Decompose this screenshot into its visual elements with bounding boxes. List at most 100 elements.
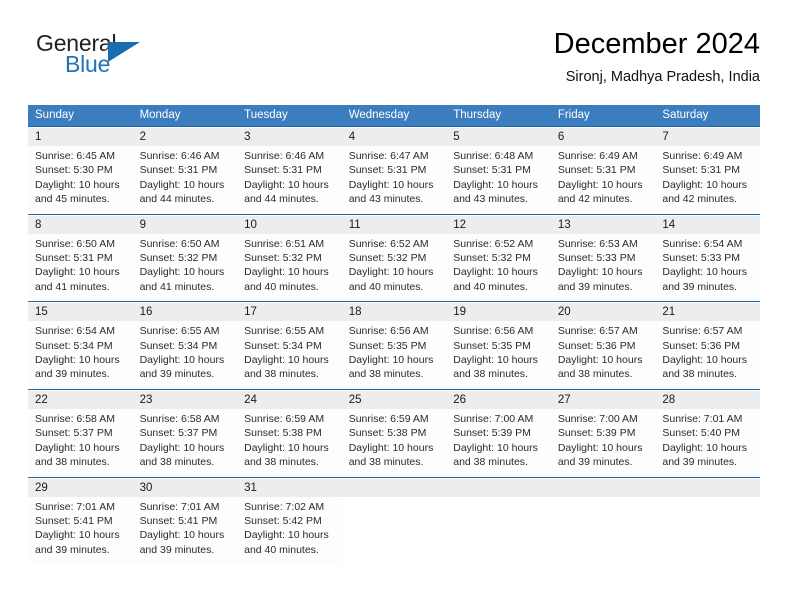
day-number[interactable]: 18 — [341, 303, 447, 322]
day-cell[interactable]: Sunrise: 6:49 AM Sunset: 5:31 PM Daylight:… — [550, 146, 656, 215]
daylight-text: Daylight: 10 hours and 45 minutes. — [35, 178, 120, 206]
sunset-text: Sunset: 5:32 PM — [139, 252, 218, 265]
sunrise-text: Sunrise: 6:57 AM — [557, 325, 638, 338]
sunset-text: Sunset: 5:32 PM — [453, 252, 531, 265]
sunrise-text: Sunrise: 6:56 AM — [348, 325, 429, 338]
daylight-text: Daylight: 10 hours and 39 minutes. — [139, 354, 225, 381]
day-number[interactable]: 24 — [237, 390, 342, 409]
day-number[interactable]: 23 — [132, 390, 238, 409]
day-number[interactable]: 25 — [341, 390, 447, 409]
day-number[interactable]: 28 — [655, 390, 760, 409]
sunrise-text: Sunrise: 6:53 AM — [557, 237, 638, 250]
day-number[interactable]: 22 — [28, 390, 133, 409]
sunset-text: Sunset: 5:31 PM — [244, 164, 322, 177]
day-number[interactable]: 15 — [28, 303, 133, 322]
page-header: General Blue December 2024 Sironj, Madhy… — [28, 26, 760, 98]
day-cell[interactable]: Sunrise: 6:55 AM Sunset: 5:34 PM Daylight:… — [132, 321, 238, 390]
day-number[interactable]: 10 — [237, 215, 342, 234]
day-number[interactable]: 21 — [655, 303, 760, 322]
day-cell[interactable]: Sunrise: 6:54 AM Sunset: 5:34 PM Daylight:… — [28, 321, 133, 390]
sunrise-text: Sunrise: 7:00 AM — [557, 412, 638, 425]
day-number[interactable]: 3 — [237, 128, 342, 146]
day-cell[interactable]: Sunrise: 6:58 AM Sunset: 5:37 PM Daylight:… — [28, 408, 133, 477]
day-detail-row: Sunrise: 7:01 AM Sunset: 5:41 PM Daylight:… — [28, 496, 760, 565]
day-cell[interactable]: Sunrise: 6:58 AM Sunset: 5:37 PM Daylight:… — [132, 408, 238, 477]
day-cell[interactable]: Sunrise: 7:01 AM Sunset: 5:41 PM Daylight:… — [28, 496, 133, 565]
day-number[interactable]: 16 — [132, 303, 238, 322]
daylight-text: Daylight: 10 hours and 38 minutes. — [453, 441, 538, 469]
day-cell[interactable]: Sunrise: 6:45 AM Sunset: 5:30 PM Daylight:… — [28, 146, 133, 215]
daylight-text: Daylight: 10 hours and 44 minutes. — [244, 178, 329, 206]
day-number[interactable]: 13 — [550, 215, 656, 234]
day-cell[interactable]: Sunrise: 7:01 AM Sunset: 5:41 PM Daylight:… — [132, 496, 238, 565]
day-number[interactable]: 5 — [446, 128, 551, 146]
day-number[interactable]: 4 — [341, 128, 447, 146]
day-number[interactable]: 6 — [550, 128, 656, 146]
day-cell[interactable]: Sunrise: 6:56 AM Sunset: 5:35 PM Daylight:… — [341, 321, 447, 390]
sunrise-text: Sunrise: 6:45 AM — [35, 150, 115, 162]
day-cell[interactable]: Sunrise: 6:56 AM Sunset: 5:35 PM Daylight:… — [446, 321, 551, 390]
day-number[interactable]: 12 — [446, 215, 551, 234]
day-number-row: 22 23 24 25 26 27 28 — [28, 390, 760, 409]
day-number[interactable]: 14 — [655, 215, 760, 234]
sunset-text: Sunset: 5:38 PM — [348, 427, 427, 440]
sunrise-text: Sunrise: 6:52 AM — [453, 237, 534, 250]
sunset-text: Sunset: 5:34 PM — [35, 339, 113, 352]
day-cell[interactable]: Sunrise: 6:55 AM Sunset: 5:34 PM Daylight:… — [237, 321, 342, 390]
daylight-text: Daylight: 10 hours and 38 minutes. — [557, 354, 643, 381]
day-cell[interactable]: Sunrise: 7:00 AM Sunset: 5:39 PM Daylight:… — [446, 408, 551, 477]
day-cell[interactable]: Sunrise: 6:50 AM Sunset: 5:31 PM Daylight:… — [28, 233, 133, 302]
day-cell[interactable]: Sunrise: 6:52 AM Sunset: 5:32 PM Daylight:… — [341, 233, 447, 302]
sunrise-text: Sunrise: 6:46 AM — [139, 150, 220, 162]
day-number[interactable]: 27 — [550, 390, 656, 409]
day-cell[interactable]: Sunrise: 7:01 AM Sunset: 5:40 PM Daylight:… — [655, 408, 760, 477]
day-number[interactable]: 8 — [28, 215, 133, 234]
sunset-text: Sunset: 5:37 PM — [35, 427, 113, 440]
day-cell[interactable]: Sunrise: 6:51 AM Sunset: 5:32 PM Daylight:… — [237, 233, 342, 302]
daylight-text: Daylight: 10 hours and 42 minutes. — [662, 178, 748, 206]
sunset-text: Sunset: 5:33 PM — [662, 252, 741, 265]
day-cell[interactable]: Sunrise: 6:49 AM Sunset: 5:31 PM Daylight:… — [655, 146, 760, 215]
day-cell[interactable]: Sunrise: 6:47 AM Sunset: 5:31 PM Daylight:… — [341, 146, 447, 215]
sunset-text: Sunset: 5:36 PM — [662, 339, 741, 352]
day-cell-empty — [446, 496, 551, 565]
day-cell[interactable]: Sunrise: 7:02 AM Sunset: 5:42 PM Daylight:… — [237, 496, 342, 565]
day-cell[interactable]: Sunrise: 6:59 AM Sunset: 5:38 PM Daylight:… — [341, 408, 447, 477]
weekday-header-friday: Friday — [550, 105, 656, 127]
day-number[interactable]: 29 — [28, 478, 133, 497]
day-number-empty — [550, 478, 656, 497]
daylight-text: Daylight: 10 hours and 38 minutes. — [139, 441, 225, 469]
day-cell[interactable]: Sunrise: 6:53 AM Sunset: 5:33 PM Daylight:… — [550, 233, 656, 302]
day-cell[interactable]: Sunrise: 6:59 AM Sunset: 5:38 PM Daylight:… — [237, 408, 342, 477]
day-cell[interactable]: Sunrise: 6:46 AM Sunset: 5:31 PM Daylight:… — [237, 146, 342, 215]
day-cell[interactable]: Sunrise: 6:48 AM Sunset: 5:31 PM Daylight:… — [446, 146, 551, 215]
day-number[interactable]: 1 — [28, 128, 133, 146]
daylight-text: Daylight: 10 hours and 41 minutes. — [139, 266, 225, 293]
day-number[interactable]: 11 — [341, 215, 447, 234]
day-cell[interactable]: Sunrise: 6:50 AM Sunset: 5:32 PM Daylight:… — [132, 233, 238, 302]
day-cell[interactable]: Sunrise: 6:46 AM Sunset: 5:31 PM Daylight:… — [132, 146, 238, 215]
day-cell[interactable]: Sunrise: 6:54 AM Sunset: 5:33 PM Daylight:… — [655, 233, 760, 302]
day-cell[interactable]: Sunrise: 7:00 AM Sunset: 5:39 PM Daylight:… — [550, 408, 656, 477]
day-cell[interactable]: Sunrise: 6:57 AM Sunset: 5:36 PM Daylight:… — [655, 321, 760, 390]
daylight-text: Daylight: 10 hours and 38 minutes. — [348, 441, 434, 469]
day-number[interactable]: 7 — [655, 128, 760, 146]
day-number[interactable]: 9 — [132, 215, 238, 234]
day-number[interactable]: 17 — [237, 303, 342, 322]
day-cell[interactable]: Sunrise: 6:57 AM Sunset: 5:36 PM Daylight:… — [550, 321, 656, 390]
day-number[interactable]: 26 — [446, 390, 551, 409]
daylight-text: Daylight: 10 hours and 39 minutes. — [557, 441, 643, 469]
day-number[interactable]: 31 — [237, 478, 342, 497]
day-number[interactable]: 19 — [446, 303, 551, 322]
daylight-text: Daylight: 10 hours and 41 minutes. — [35, 266, 120, 293]
day-cell-empty — [655, 496, 760, 565]
day-number[interactable]: 2 — [132, 128, 238, 146]
sunrise-text: Sunrise: 6:56 AM — [453, 325, 534, 338]
day-number-empty — [341, 478, 447, 497]
sunset-text: Sunset: 5:35 PM — [348, 339, 427, 352]
day-number[interactable]: 30 — [132, 478, 238, 497]
sunrise-text: Sunrise: 6:59 AM — [244, 412, 325, 425]
day-cell[interactable]: Sunrise: 6:52 AM Sunset: 5:32 PM Daylight:… — [446, 233, 551, 302]
sunset-text: Sunset: 5:34 PM — [139, 339, 218, 352]
day-number[interactable]: 20 — [550, 303, 656, 322]
